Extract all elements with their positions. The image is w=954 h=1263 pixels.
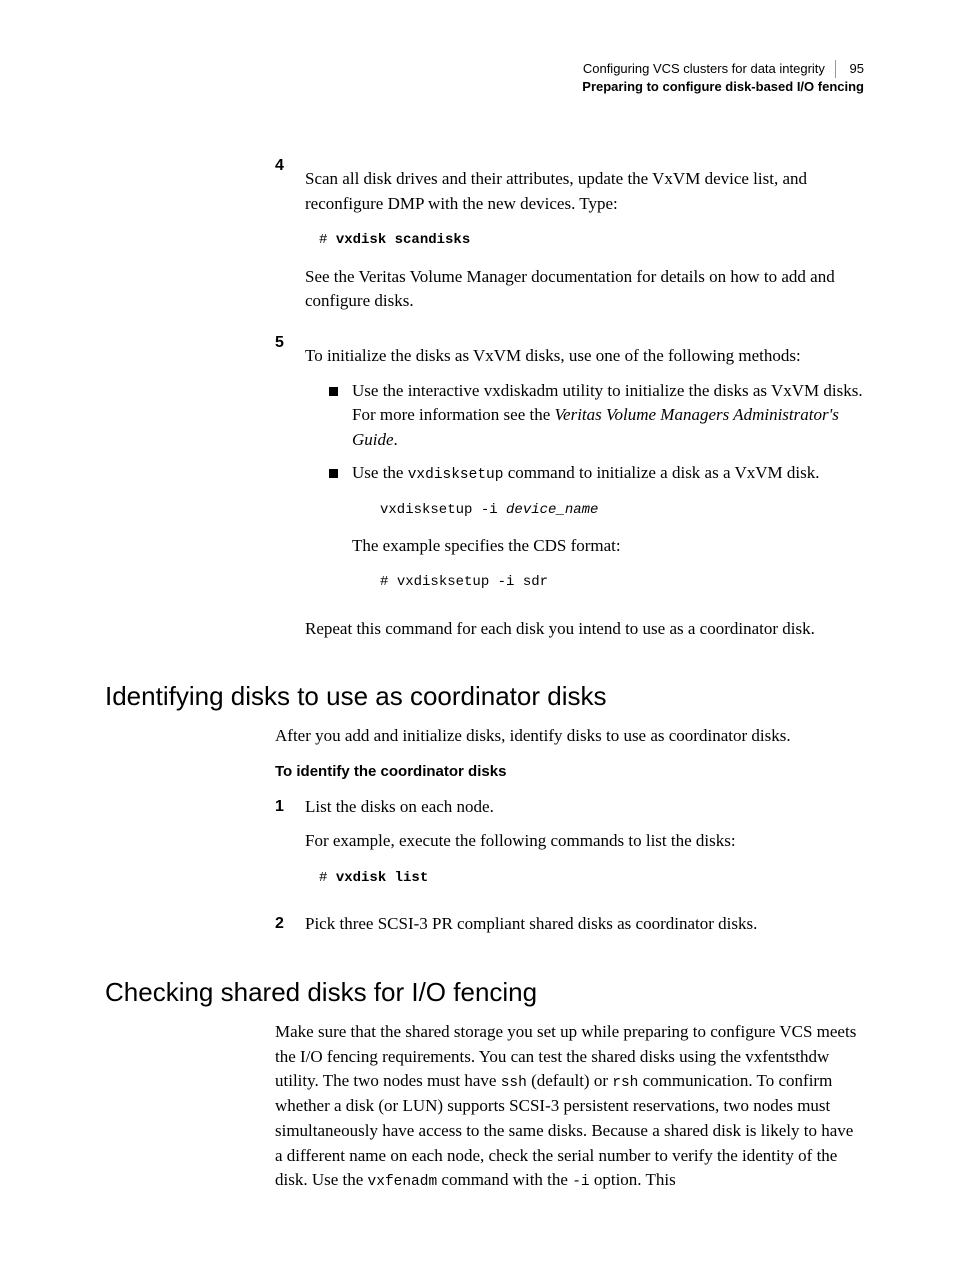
sec1-s1-text2: For example, execute the following comma… (305, 829, 864, 854)
section-heading-checking: Checking shared disks for I/O fencing (105, 977, 864, 1008)
sec1-s1-code: # vxdisk list (319, 868, 864, 888)
step-number: 2 (275, 912, 305, 947)
step-number: 4 (275, 157, 305, 324)
sec1-s1-text1: List the disks on each node. (305, 795, 864, 820)
step4-text2: See the Veritas Volume Manager documenta… (305, 265, 864, 314)
step-number: 5 (275, 334, 305, 651)
step4-text: Scan all disk drives and their attribute… (305, 167, 864, 216)
step5-bullet2-text: The example specifies the CDS format: (352, 534, 864, 559)
step5-text2: Repeat this command for each disk you in… (305, 617, 864, 642)
sec1-text: After you add and initialize disks, iden… (275, 724, 864, 749)
step-4: 4 Scan all disk drives and their attribu… (275, 157, 864, 324)
step-5: 5 To initialize the disks as VxVM disks,… (275, 334, 864, 651)
step4-code: # vxdisk scandisks (319, 230, 864, 250)
sec1-s2-text: Pick three SCSI-3 PR compliant shared di… (305, 912, 864, 937)
bullet-item: Use the interactive vxdiskadm utility to… (329, 379, 864, 453)
bullet-icon (329, 469, 338, 478)
step-number: 1 (275, 795, 305, 903)
sec1-step-2: 2 Pick three SCSI-3 PR compliant shared … (275, 912, 864, 947)
header-chapter: Configuring VCS clusters for data integr… (583, 60, 836, 78)
page-header: Configuring VCS clusters for data integr… (105, 60, 864, 95)
section-heading-identifying: Identifying disks to use as coordinator … (105, 681, 864, 712)
step5-bullet2-code: vxdisksetup -i device_name (380, 500, 864, 520)
sec2-text: Make sure that the shared storage you se… (275, 1020, 864, 1193)
sec1-step-1: 1 List the disks on each node. For examp… (275, 795, 864, 903)
step5-bullet2-code2: # vxdisksetup -i sdr (380, 572, 864, 592)
sec1-subhead: To identify the coordinator disks (275, 761, 864, 783)
header-pagenum: 95 (840, 60, 864, 78)
bullet-icon (329, 387, 338, 396)
header-section: Preparing to configure disk-based I/O fe… (105, 78, 864, 96)
step5-text: To initialize the disks as VxVM disks, u… (305, 344, 864, 369)
bullet-item: Use the vxdisksetup command to initializ… (329, 461, 864, 607)
